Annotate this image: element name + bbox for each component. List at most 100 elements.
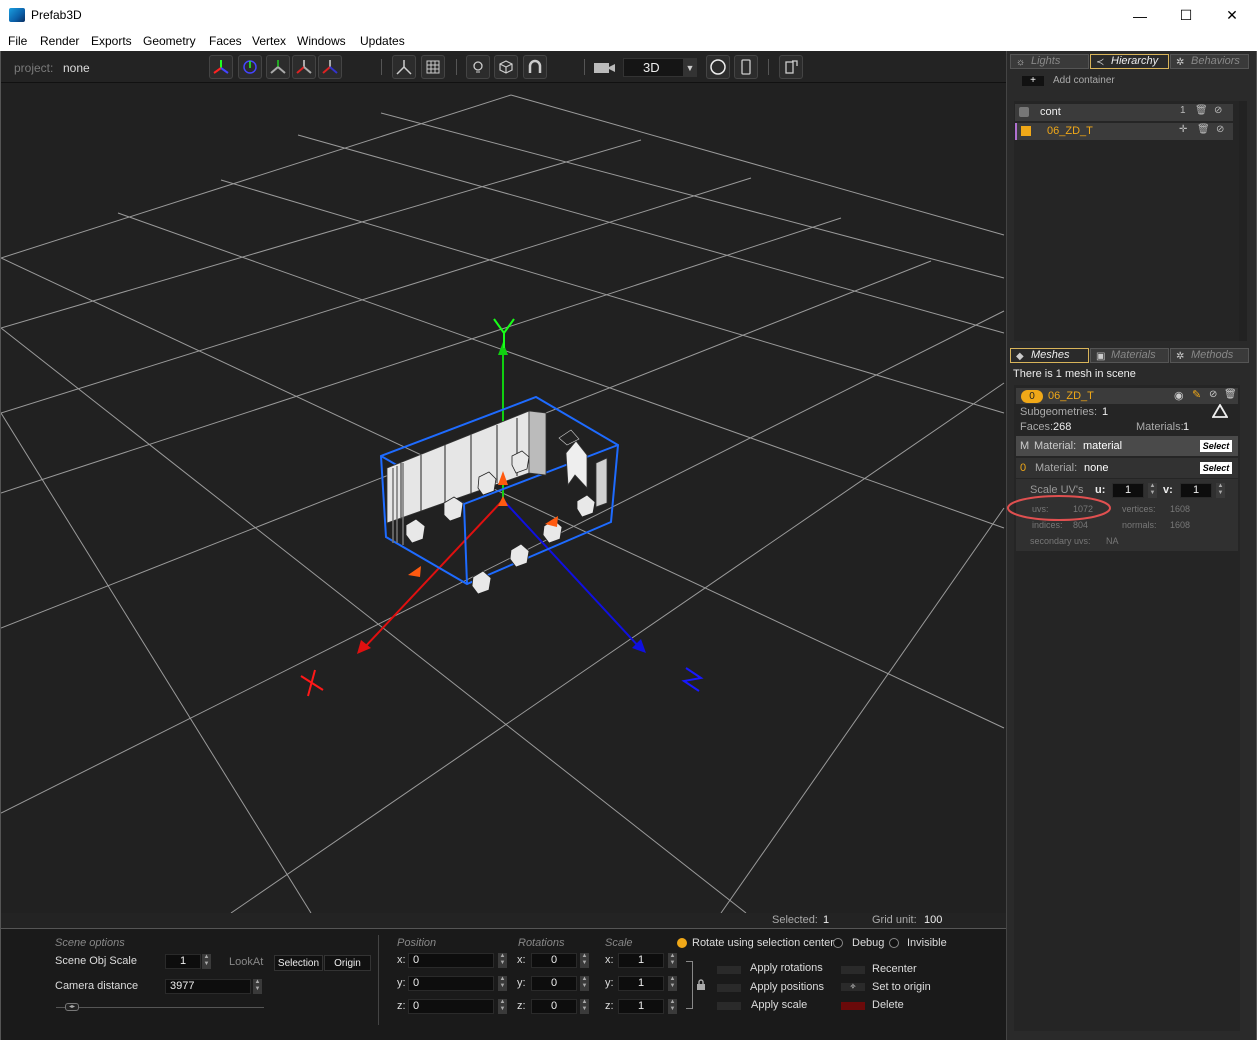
add-icon[interactable]: + <box>1022 76 1044 86</box>
tab-meshes[interactable]: ◆ Meshes <box>1010 348 1089 363</box>
hierarchy-item-06-zd-t[interactable]: 06_ZD_T ✛ 🗑 ⊘ <box>1015 123 1233 140</box>
camera-distance-slider[interactable] <box>56 1007 264 1008</box>
set-to-origin-icon[interactable]: ✧ <box>841 983 865 991</box>
tab-lights[interactable]: ☼ Lights <box>1010 54 1089 69</box>
position-y-input[interactable]: 0 <box>408 976 494 991</box>
link-icon[interactable]: ⊘ <box>1216 124 1224 135</box>
apply-positions-button[interactable]: Apply positions <box>750 981 824 993</box>
apply-scale-swatch[interactable] <box>717 1002 741 1010</box>
rotate-gizmo-icon[interactable] <box>238 55 262 79</box>
close-button[interactable]: ✕ <box>1209 0 1255 31</box>
camera-icon[interactable] <box>593 59 617 78</box>
view-mode-select[interactable]: 3D <box>623 58 685 77</box>
main-material-row[interactable]: M Material: material Select <box>1016 436 1238 456</box>
axes-gizmo-icon[interactable] <box>209 55 233 79</box>
rotation-x-stepper[interactable]: ▲ ▼ <box>580 953 589 968</box>
recenter-button[interactable]: Recenter <box>872 963 917 975</box>
menu-file[interactable]: File <box>8 34 27 48</box>
debug-label[interactable]: Debug <box>852 937 884 949</box>
mesh-item-06-zd-t[interactable]: 0 06_ZD_T ◉ ✎ ⊘ 🗑 <box>1016 388 1238 404</box>
tab-materials[interactable]: ▣ Materials <box>1090 348 1169 363</box>
trash-icon[interactable]: 🗑 <box>1195 105 1208 116</box>
link-icon[interactable]: ⊘ <box>1209 389 1217 400</box>
hierarchy-item-cont[interactable]: cont 1 🗑 ⊘ <box>1015 104 1233 121</box>
trash-icon[interactable]: 🗑 <box>1197 124 1210 135</box>
trash-icon[interactable]: 🗑 <box>1224 389 1237 400</box>
camera-distance-input[interactable]: 3977 <box>165 979 251 994</box>
v-stepper[interactable]: ▲ ▼ <box>1216 483 1225 498</box>
scene-obj-scale-stepper[interactable]: ▲ ▼ <box>202 954 211 969</box>
scene-obj-scale-input[interactable]: 1 <box>165 954 201 969</box>
tab-methods[interactable]: ✲ Methods <box>1170 348 1249 363</box>
rotate-selection-center-radio[interactable] <box>677 938 687 948</box>
position-z-input[interactable]: 0 <box>408 999 494 1014</box>
u-input[interactable]: 1 <box>1112 483 1144 498</box>
debug-radio[interactable] <box>833 938 843 948</box>
axes-z-icon[interactable] <box>318 55 342 79</box>
3d-viewport[interactable] <box>1 83 1006 913</box>
magnet-icon[interactable] <box>523 55 547 79</box>
scale-z-stepper[interactable]: ▲ ▼ <box>668 999 677 1014</box>
maximize-button[interactable]: ☐ <box>1163 0 1209 31</box>
move-icon[interactable]: ✛ <box>1179 124 1187 135</box>
rotation-z-stepper[interactable]: ▲ ▼ <box>580 999 589 1014</box>
position-z-stepper[interactable]: ▲ ▼ <box>498 999 507 1014</box>
menu-windows[interactable]: Windows <box>297 34 346 48</box>
apply-rotations-button[interactable]: Apply rotations <box>750 962 823 974</box>
rotation-y-input[interactable]: 0 <box>531 976 577 991</box>
apply-scale-button[interactable]: Apply scale <box>751 999 807 1011</box>
menu-exports[interactable]: Exports <box>91 34 132 48</box>
tab-hierarchy[interactable]: ≺ Hierarchy <box>1090 54 1169 69</box>
v-input[interactable]: 1 <box>1180 483 1212 498</box>
export-device-icon[interactable] <box>779 55 803 79</box>
light-bulb-icon[interactable] <box>466 55 490 79</box>
lookat-selection-button[interactable]: Selection <box>274 955 323 971</box>
slider-handle[interactable]: ◂▸ <box>65 1003 79 1011</box>
device-icon[interactable] <box>734 55 758 79</box>
scale-y-input[interactable]: 1 <box>618 976 664 991</box>
recenter-swatch[interactable] <box>841 966 865 974</box>
apply-rotations-swatch[interactable] <box>717 966 741 974</box>
position-x-input[interactable]: 0 <box>408 953 494 968</box>
sub-material-row[interactable]: 0 Material: none Select <box>1016 458 1238 478</box>
brush-icon[interactable]: ✎ <box>1192 388 1201 401</box>
rotate-selection-center-label[interactable]: Rotate using selection center <box>692 937 834 949</box>
invisible-radio[interactable] <box>889 938 899 948</box>
scale-z-input[interactable]: 1 <box>618 999 664 1014</box>
menu-updates[interactable]: Updates <box>360 34 405 48</box>
rotation-z-input[interactable]: 0 <box>531 999 577 1014</box>
hierarchy-scrollbar[interactable] <box>1239 101 1247 341</box>
menu-geometry[interactable]: Geometry <box>143 34 196 48</box>
menu-faces[interactable]: Faces <box>209 34 242 48</box>
scene-canvas[interactable] <box>1 83 1006 913</box>
menu-vertex[interactable]: Vertex <box>252 34 286 48</box>
tab-behaviors[interactable]: ✲ Behaviors <box>1170 54 1249 69</box>
cube-icon[interactable] <box>494 55 518 79</box>
scale-x-input[interactable]: 1 <box>618 953 664 968</box>
camera-distance-stepper[interactable]: ▲ ▼ <box>253 979 262 994</box>
select-material-button[interactable]: Select <box>1200 440 1232 452</box>
select-sub-material-button[interactable]: Select <box>1200 462 1232 474</box>
chevron-down-icon[interactable]: ▼ <box>683 58 697 77</box>
set-to-origin-button[interactable]: Set to origin <box>872 981 931 993</box>
apply-positions-swatch[interactable] <box>717 984 741 992</box>
perspective-icon[interactable] <box>392 55 416 79</box>
link-icon[interactable]: ⊘ <box>1214 105 1222 116</box>
invisible-label[interactable]: Invisible <box>907 937 947 949</box>
delete-button[interactable]: Delete <box>872 999 904 1011</box>
position-y-stepper[interactable]: ▲ ▼ <box>498 976 507 991</box>
lookat-origin-button[interactable]: Origin <box>324 955 371 971</box>
sphere-icon[interactable] <box>706 55 730 79</box>
warning-triangle-icon[interactable] <box>1211 403 1229 421</box>
delete-swatch[interactable] <box>841 1002 865 1010</box>
menu-render[interactable]: Render <box>40 34 79 48</box>
u-stepper[interactable]: ▲ ▼ <box>1148 483 1157 498</box>
position-x-stepper[interactable]: ▲ ▼ <box>498 953 507 968</box>
axes-x-icon[interactable] <box>266 55 290 79</box>
grid-icon[interactable] <box>421 55 445 79</box>
minimize-button[interactable]: — <box>1117 0 1163 31</box>
rotation-y-stepper[interactable]: ▲ ▼ <box>580 976 589 991</box>
eye-icon[interactable]: ◉ <box>1174 389 1184 402</box>
mesh-06-zd-t[interactable] <box>386 410 608 595</box>
rotation-x-input[interactable]: 0 <box>531 953 577 968</box>
